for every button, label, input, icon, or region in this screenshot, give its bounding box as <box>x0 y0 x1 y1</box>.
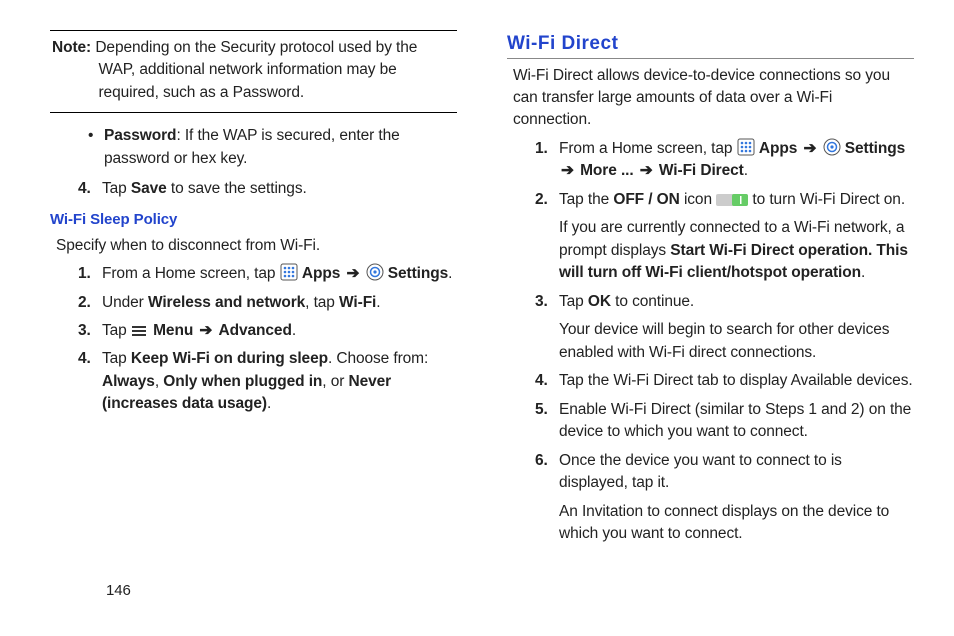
note-block: Note: Depending on the Security protocol… <box>50 30 457 113</box>
left-column: Note: Depending on the Security protocol… <box>50 30 457 590</box>
right-column: Wi-Fi Direct Wi-Fi Direct allows device-… <box>507 30 914 590</box>
wfd-step-3: 3. Tap OK to continue. Your device will … <box>535 291 914 364</box>
sleep-steps: 1. From a Home screen, tap Apps ➔ Settin… <box>50 263 457 416</box>
sleep-step-1: 1. From a Home screen, tap Apps ➔ Settin… <box>78 263 457 285</box>
sleep-policy-para: Specify when to disconnect from Wi-Fi. <box>56 235 451 257</box>
sleep-step-2: 2. Under Wireless and network, tap Wi-Fi… <box>78 292 457 314</box>
menu-icon <box>131 324 149 338</box>
toggle-icon <box>716 193 748 207</box>
bullet-icon: • <box>88 125 104 170</box>
settings-icon <box>823 138 841 156</box>
sleep-policy-heading: Wi-Fi Sleep Policy <box>50 209 457 231</box>
upper-step-list: 4. Tap Save to save the settings. <box>50 178 457 200</box>
apps-icon <box>280 263 298 281</box>
note-text: Depending on the Security protocol used … <box>95 39 417 101</box>
password-bullet: • Password: If the WAP is secured, enter… <box>88 125 457 170</box>
wfd-step-4: 4. Tap the Wi-Fi Direct tab to display A… <box>535 370 914 392</box>
note-label: Note: <box>52 39 91 56</box>
manual-page: Note: Depending on the Security protocol… <box>0 0 954 610</box>
wifi-direct-intro: Wi-Fi Direct allows device-to-device con… <box>513 65 908 132</box>
settings-icon <box>366 263 384 281</box>
wifi-direct-steps: 1. From a Home screen, tap Apps ➔ Settin… <box>507 138 914 546</box>
page-number: 146 <box>106 582 131 599</box>
wfd-step-5: 5. Enable Wi-Fi Direct (similar to Steps… <box>535 399 914 444</box>
wfd-step-1: 1. From a Home screen, tap Apps ➔ Settin… <box>535 138 914 183</box>
sleep-step-4: 4. Tap Keep Wi-Fi on during sleep. Choos… <box>78 348 457 415</box>
wfd-step-2: 2. Tap the OFF / ON icon to turn Wi-Fi D… <box>535 189 914 285</box>
wfd-step-6: 6. Once the device you want to connect t… <box>535 450 914 546</box>
sleep-step-3: 3. Tap Menu ➔ Advanced. <box>78 320 457 342</box>
wifi-direct-heading: Wi-Fi Direct <box>507 30 914 59</box>
password-label: Password <box>104 127 176 144</box>
apps-icon <box>737 138 755 156</box>
step-4-save: 4. Tap Save to save the settings. <box>78 178 457 200</box>
